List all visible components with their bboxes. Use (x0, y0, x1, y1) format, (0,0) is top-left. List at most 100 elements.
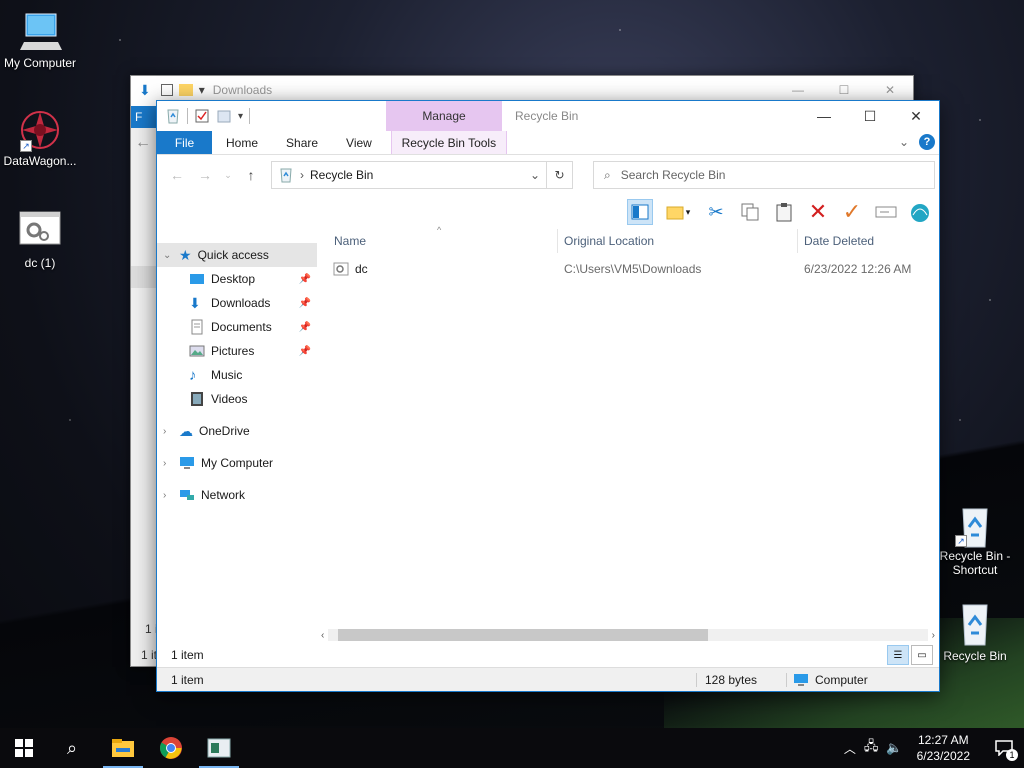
nav-downloads[interactable]: ⬇ Downloads 📌 (157, 291, 317, 315)
restore-button[interactable]: ✓ (839, 199, 865, 225)
taskbar-app[interactable] (195, 728, 243, 768)
address-row: ← → ⌄ ↑ › Recycle Bin ⌄ ↻ ⌕ Search Recyc… (157, 155, 939, 195)
refresh-button[interactable]: ↻ (547, 161, 573, 189)
horizontal-scrollbar[interactable]: ‹ › (317, 627, 939, 643)
tab-recycle-bin-tools[interactable]: Recycle Bin Tools (390, 131, 507, 154)
pin-icon[interactable]: 📌 (299, 298, 311, 309)
paste-button[interactable] (771, 199, 797, 225)
address-bar[interactable]: › Recycle Bin ⌄ (271, 161, 547, 189)
expand-chevron-icon[interactable]: › (163, 426, 173, 437)
column-header-date-deleted[interactable]: Date Deleted (798, 229, 918, 253)
new-item-button[interactable]: ▾ (661, 199, 695, 225)
expand-chevron-icon[interactable]: › (163, 490, 173, 501)
properties-icon[interactable] (194, 108, 210, 124)
pin-icon[interactable]: 📌 (299, 346, 311, 357)
copy-button[interactable] (737, 199, 763, 225)
desktop-icon-datawagon[interactable]: ↗ DataWagon... (0, 108, 80, 168)
preview-pane-button[interactable] (627, 199, 653, 225)
shell-button[interactable] (907, 199, 933, 225)
column-header-name[interactable]: Name (333, 229, 558, 253)
manage-context-tab[interactable]: Manage (386, 101, 502, 131)
forward-button[interactable]: → (195, 167, 215, 183)
download-arrow-icon: ⬇ (189, 295, 201, 311)
notification-center-button[interactable]: 1 (984, 728, 1024, 768)
volume-icon[interactable]: 🔈 (886, 740, 902, 756)
details-view-button[interactable]: ☰ (887, 645, 909, 665)
documents-icon (191, 319, 203, 335)
scroll-track[interactable] (328, 629, 928, 641)
nav-desktop[interactable]: Desktop 📌 (157, 267, 317, 291)
sort-ascending-icon: ^ (437, 225, 442, 235)
network-status-icon[interactable]: 🖧 (864, 737, 879, 759)
clock[interactable]: 12:27 AM 6/23/2022 (911, 732, 976, 764)
back-arrow-icon[interactable]: ← (131, 128, 157, 158)
taskbar-chrome[interactable] (147, 728, 195, 768)
window-title: Recycle Bin (515, 109, 579, 123)
back-button[interactable]: ← (167, 167, 187, 183)
preview-pane-icon (631, 204, 649, 220)
recycle-bin-icon (167, 109, 179, 124)
scroll-right-icon[interactable]: › (932, 630, 939, 641)
downloads-selected-nav (131, 266, 157, 288)
nav-videos[interactable]: Videos (157, 387, 317, 411)
address-dropdown-icon[interactable]: ⌄ (530, 168, 540, 182)
column-header-original-location[interactable]: Original Location (558, 229, 798, 253)
delete-x-icon: ✕ (808, 199, 828, 224)
nav-documents[interactable]: Documents 📌 (157, 315, 317, 339)
recycle-bin-window[interactable]: ▾ Manage Recycle Bin — ☐ ✕ File Home Sha… (156, 100, 940, 692)
nav-label: My Computer (201, 456, 274, 470)
rename-button[interactable] (873, 199, 899, 225)
taskbar-file-explorer[interactable] (99, 728, 147, 768)
tab-file[interactable]: File (157, 131, 212, 154)
minimize-button[interactable]: — (801, 101, 847, 131)
nav-label: Videos (211, 392, 248, 406)
search-button[interactable]: ⌕ (48, 728, 96, 768)
nav-quick-access[interactable]: ⌄ ★ Quick access (157, 243, 317, 267)
start-button[interactable] (0, 728, 48, 768)
desktop-icon-recycle-bin-shortcut[interactable]: ↗ Recycle Bin - Shortcut (935, 503, 1015, 577)
nav-label: Documents (211, 320, 272, 334)
videos-icon (191, 392, 203, 406)
expand-chevron-icon[interactable]: › (163, 458, 173, 469)
search-input[interactable]: ⌕ Search Recycle Bin (593, 161, 935, 189)
up-button[interactable]: ↑ (241, 167, 261, 183)
large-icons-view-button[interactable]: ▭ (911, 645, 933, 665)
scroll-thumb[interactable] (338, 629, 709, 641)
file-row[interactable]: dc C:\Users\VM5\Downloads 6/23/2022 12:2… (317, 257, 939, 281)
cloud-icon: ☁ (179, 422, 193, 439)
pin-icon[interactable]: 📌 (299, 274, 311, 285)
qat-dropdown-icon[interactable]: ▾ (238, 111, 243, 122)
app-window-icon (207, 738, 231, 758)
nav-pictures[interactable]: Pictures 📌 (157, 339, 317, 363)
desktop-icon-dc[interactable]: dc (1) (0, 210, 80, 270)
new-folder-icon[interactable] (216, 108, 232, 124)
help-icon[interactable]: ? (919, 134, 935, 150)
delete-button[interactable]: ✕ (805, 199, 831, 225)
downloads-file-tab[interactable]: F (131, 106, 157, 128)
close-button[interactable]: ✕ (893, 101, 939, 131)
nav-my-computer[interactable]: › My Computer (157, 451, 317, 475)
tab-home[interactable]: Home (212, 131, 272, 154)
pin-icon[interactable]: 📌 (299, 322, 311, 333)
column-headers: ^ Name Original Location Date Deleted (317, 225, 939, 253)
nav-label: Network (201, 488, 246, 502)
nav-music[interactable]: ♪ Music (157, 363, 317, 387)
desktop-icon-recycle-bin[interactable]: Recycle Bin (935, 603, 1015, 663)
desktop-icon-my-computer[interactable]: My Computer (0, 10, 80, 70)
desktop-icon (190, 274, 204, 284)
recent-locations-icon[interactable]: ⌄ (223, 170, 233, 181)
search-icon: ⌕ (604, 167, 611, 182)
scroll-left-icon[interactable]: ‹ (317, 630, 324, 641)
tab-view[interactable]: View (332, 131, 386, 154)
cut-button[interactable]: ✂ (703, 199, 729, 225)
tab-share[interactable]: Share (272, 131, 332, 154)
ribbon-expand-icon[interactable]: ⌄ (899, 135, 909, 149)
qat-dropdown-icon: ▾ (198, 83, 205, 97)
expand-chevron-icon[interactable]: ⌄ (163, 250, 173, 261)
maximize-button[interactable]: ☐ (847, 101, 893, 131)
breadcrumb-chevron-icon: › (300, 168, 304, 182)
pictures-icon (189, 345, 205, 357)
nav-onedrive[interactable]: › ☁ OneDrive (157, 419, 317, 443)
show-hidden-icons-chevron-icon[interactable]: ︿ (844, 740, 856, 757)
nav-network[interactable]: › Network (157, 483, 317, 507)
